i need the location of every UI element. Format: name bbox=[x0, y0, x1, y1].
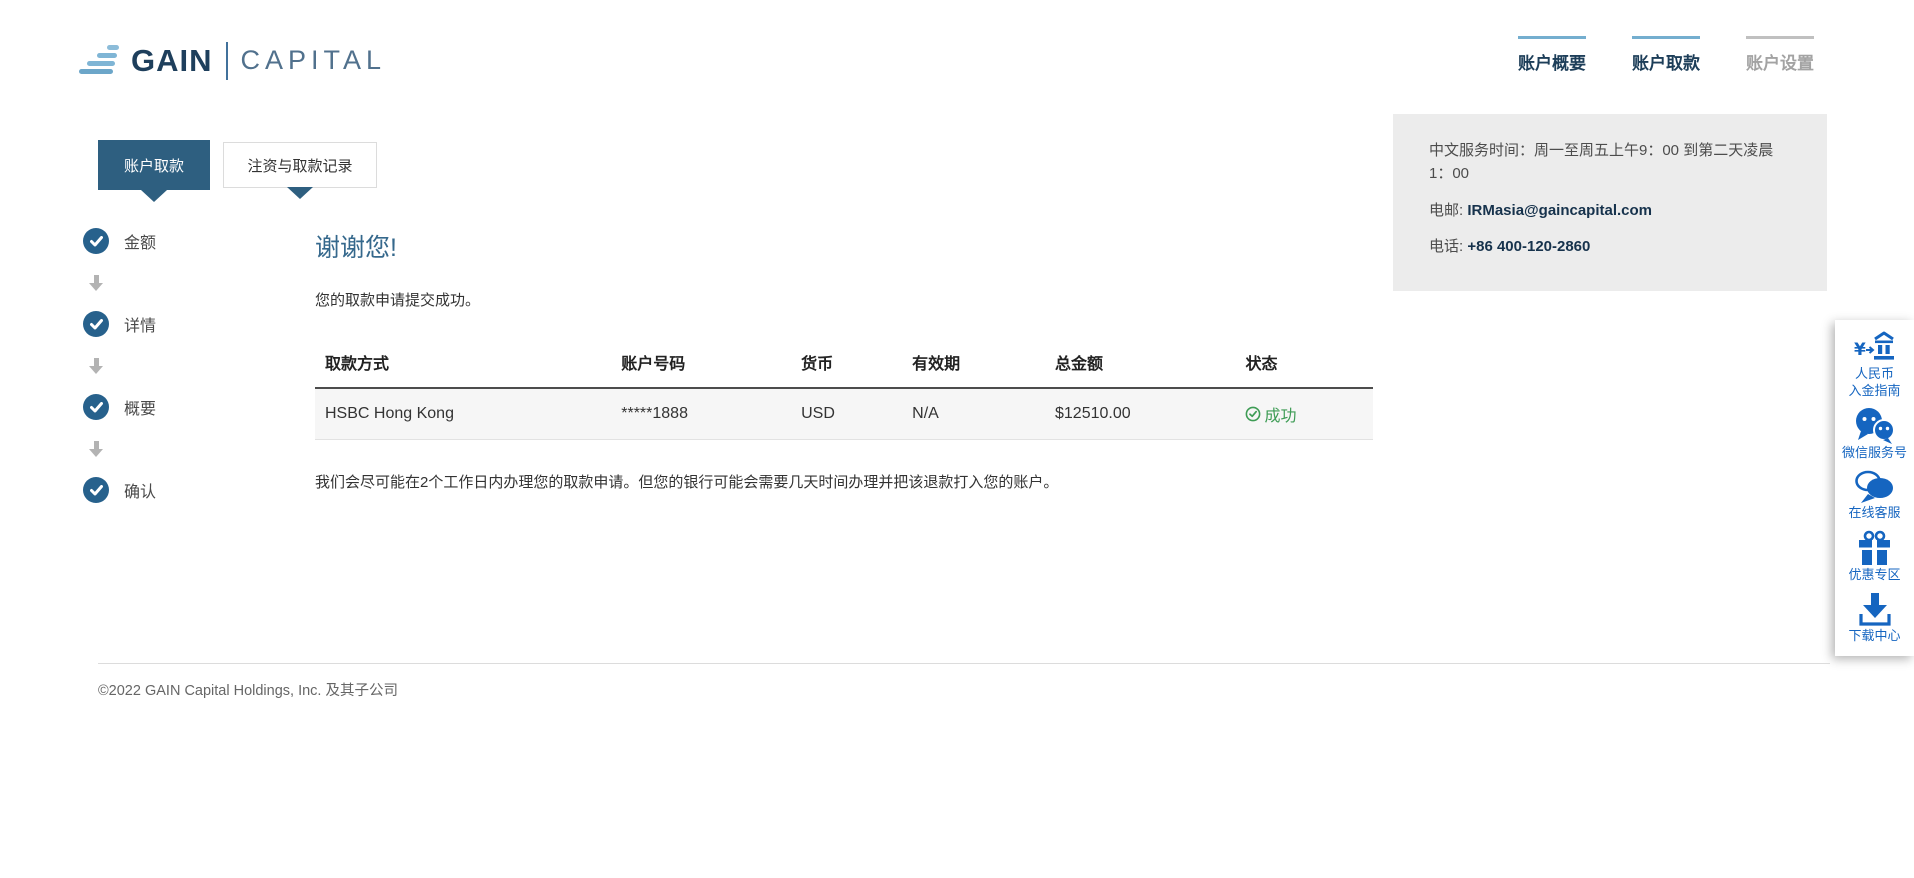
cell-account: *****1888 bbox=[611, 388, 791, 440]
header: GAIN CAPITAL 账户概要 账户取款 账户设置 bbox=[0, 0, 1914, 116]
table-header-row: 取款方式 账户号码 货币 有效期 总金额 状态 bbox=[315, 339, 1373, 388]
promotions-icon bbox=[1854, 529, 1896, 567]
step-details: 详情 bbox=[83, 311, 156, 337]
nav-account-settings[interactable]: 账户设置 bbox=[1746, 36, 1814, 74]
cell-expiry: N/A bbox=[902, 388, 1045, 440]
toolbar-promotions[interactable]: 优惠专区 bbox=[1837, 529, 1912, 584]
step-arrow-down-icon bbox=[89, 358, 103, 374]
page: GAIN CAPITAL 账户概要 账户取款 账户设置 账户取款 注资与取款记录… bbox=[0, 0, 1914, 878]
live-chat-icon bbox=[1854, 469, 1896, 505]
success-message: 您的取款申请提交成功。 bbox=[315, 289, 1373, 310]
toolbar-wechat[interactable]: 微信服务号 bbox=[1837, 407, 1912, 462]
email-label: 电邮: bbox=[1429, 202, 1463, 219]
col-header-account: 账户号码 bbox=[611, 339, 791, 388]
main-content: 谢谢您! 您的取款申请提交成功。 取款方式 账户号码 货币 有效期 总金额 状态 bbox=[315, 228, 1373, 492]
cell-method: HSBC Hong Kong bbox=[315, 388, 611, 440]
svg-text:¥: ¥ bbox=[1854, 340, 1866, 360]
top-navigation: 账户概要 账户取款 账户设置 bbox=[1518, 36, 1814, 74]
footer-divider bbox=[98, 663, 1830, 664]
nav-account-overview[interactable]: 账户概要 bbox=[1518, 36, 1586, 74]
phone-number[interactable]: +86 400-120-2860 bbox=[1467, 238, 1590, 255]
withdrawal-table: 取款方式 账户号码 货币 有效期 总金额 状态 HSBC Hong Kong *… bbox=[315, 339, 1373, 440]
step-amount: 金额 bbox=[83, 228, 156, 254]
tool-label: 人民币 bbox=[1855, 366, 1894, 383]
logo-primary-text: GAIN bbox=[131, 43, 213, 79]
table-row: HSBC Hong Kong *****1888 USD N/A $12510.… bbox=[315, 388, 1373, 440]
step-label: 确认 bbox=[124, 478, 156, 502]
step-label: 详情 bbox=[124, 312, 156, 336]
step-arrow-down-icon bbox=[89, 275, 103, 291]
step-arrow-down-icon bbox=[89, 441, 103, 457]
col-header-status: 状态 bbox=[1235, 339, 1373, 388]
check-circle-icon bbox=[83, 228, 109, 254]
col-header-currency: 货币 bbox=[791, 339, 902, 388]
check-circle-icon bbox=[83, 394, 109, 420]
processing-note: 我们会尽可能在2个工作日内办理您的取款申请。但您的银行可能会需要几天时间办理并把… bbox=[315, 471, 1373, 492]
logo-separator bbox=[226, 42, 228, 80]
gain-capital-logo[interactable]: GAIN CAPITAL bbox=[77, 36, 386, 85]
cell-status: 成功 bbox=[1235, 388, 1373, 440]
nav-account-withdrawal[interactable]: 账户取款 bbox=[1632, 36, 1700, 74]
col-header-expiry: 有效期 bbox=[902, 339, 1045, 388]
cell-currency: USD bbox=[791, 388, 902, 440]
tool-label: 在线客服 bbox=[1848, 505, 1900, 522]
tool-label: 优惠专区 bbox=[1848, 567, 1900, 584]
phone-label: 电话: bbox=[1429, 238, 1463, 255]
rmb-deposit-guide-icon: ¥ bbox=[1854, 330, 1896, 366]
tool-label: 下载中心 bbox=[1848, 628, 1900, 645]
step-confirm: 确认 bbox=[83, 477, 156, 503]
page-title: 谢谢您! bbox=[315, 228, 1373, 264]
tab-withdrawal[interactable]: 账户取款 bbox=[98, 140, 210, 190]
contact-phone-line: 电话: +86 400-120-2860 bbox=[1429, 235, 1791, 258]
col-header-amount: 总金额 bbox=[1045, 339, 1235, 388]
cell-amount: $12510.00 bbox=[1045, 388, 1235, 440]
check-circle-icon bbox=[83, 477, 109, 503]
wechat-icon bbox=[1854, 407, 1896, 445]
step-label: 概要 bbox=[124, 395, 156, 419]
toolbar-download-center[interactable]: 下载中心 bbox=[1837, 590, 1912, 645]
side-toolbar: ¥ 人民币 入金指南 微信服务号 bbox=[1835, 320, 1914, 656]
service-hours: 中文服务时间：周一至周五上午9：00 到第二天凌晨1：00 bbox=[1429, 139, 1791, 186]
toolbar-live-chat[interactable]: 在线客服 bbox=[1837, 469, 1912, 522]
col-header-method: 取款方式 bbox=[315, 339, 611, 388]
email-link[interactable]: IRMasia@gaincapital.com bbox=[1467, 202, 1652, 219]
contact-info-panel: 中文服务时间：周一至周五上午9：00 到第二天凌晨1：00 电邮: IRMasi… bbox=[1393, 114, 1827, 291]
contact-email-line: 电邮: IRMasia@gaincapital.com bbox=[1429, 199, 1791, 222]
success-check-icon bbox=[1245, 406, 1261, 422]
wizard-steps: 金额 详情 概要 确认 bbox=[83, 228, 156, 503]
tool-label: 微信服务号 bbox=[1842, 445, 1907, 462]
footer-copyright: ©2022 GAIN Capital Holdings, Inc. 及其子公司 bbox=[98, 679, 398, 700]
toolbar-rmb-deposit-guide[interactable]: ¥ 人民币 入金指南 bbox=[1837, 330, 1912, 400]
check-circle-icon bbox=[83, 311, 109, 337]
tab-funding-history[interactable]: 注资与取款记录 bbox=[223, 142, 377, 188]
status-text: 成功 bbox=[1264, 402, 1296, 426]
download-center-icon bbox=[1854, 590, 1896, 628]
step-summary: 概要 bbox=[83, 394, 156, 420]
logo-bars-icon bbox=[77, 40, 123, 85]
tool-label: 入金指南 bbox=[1848, 383, 1900, 400]
logo-secondary-text: CAPITAL bbox=[241, 45, 387, 76]
status-badge: 成功 bbox=[1245, 402, 1363, 426]
step-label: 金额 bbox=[124, 229, 156, 253]
